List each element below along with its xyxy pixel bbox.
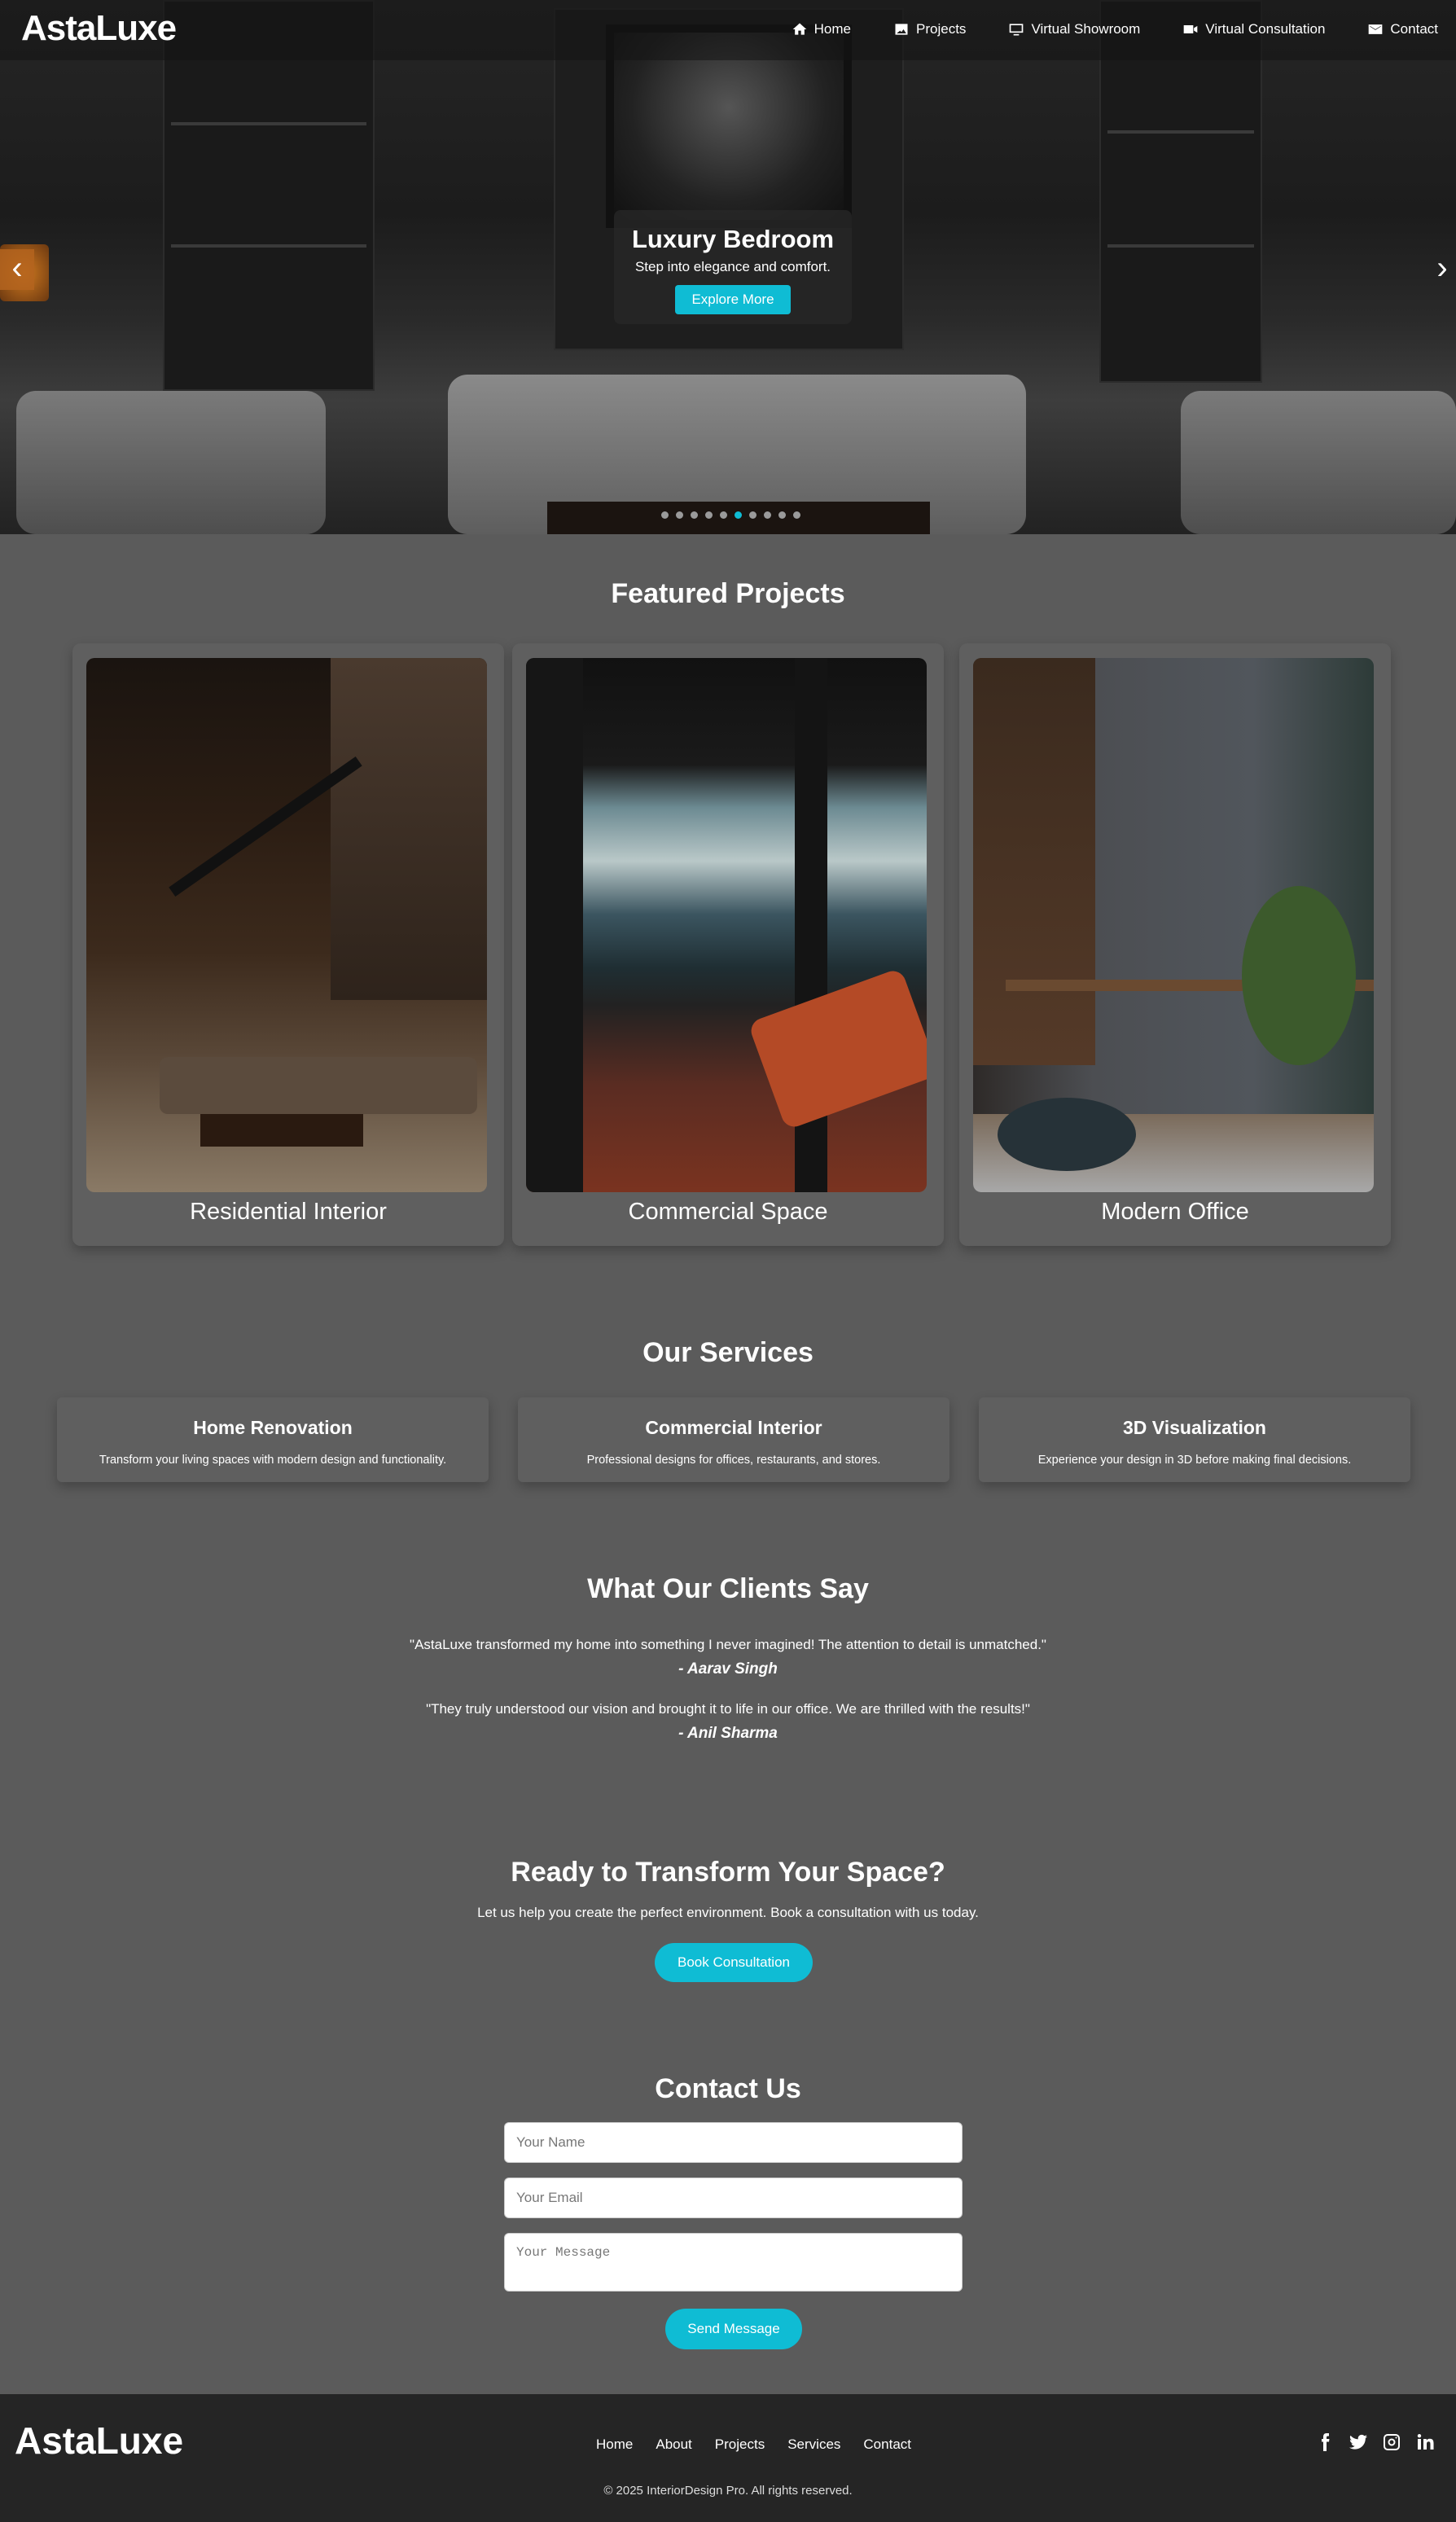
service-title: Commercial Interior xyxy=(645,1417,822,1438)
carousel-next-button[interactable]: › xyxy=(1428,249,1456,290)
armchair-right xyxy=(1181,391,1456,534)
email-field[interactable]: Your Email xyxy=(504,2178,963,2218)
carousel-dot[interactable] xyxy=(720,511,727,519)
carousel-dot[interactable] xyxy=(735,511,742,519)
shelf xyxy=(1107,244,1254,248)
footer-links: Home About Projects Services Contact xyxy=(596,2436,911,2453)
nav-contact-label: Contact xyxy=(1390,21,1438,37)
project-image-residential xyxy=(86,658,487,1192)
testimonial-quote: "AstaLuxe transformed my home into somet… xyxy=(410,1637,1046,1652)
facebook-icon[interactable] xyxy=(1315,2432,1335,2452)
instagram-icon[interactable] xyxy=(1382,2432,1401,2452)
carousel-indicators xyxy=(661,511,800,519)
testimonial-author: - Aarav Singh xyxy=(678,1660,778,1678)
carousel-dot[interactable] xyxy=(778,511,786,519)
nav-virtual-consultation[interactable]: Virtual Consultation xyxy=(1182,21,1325,37)
services-title: Our Services xyxy=(642,1337,814,1368)
top-navbar: AstaLuxe Home Projects Virtual Showroom … xyxy=(0,0,1456,60)
carousel-dot[interactable] xyxy=(691,511,698,519)
monitor-icon xyxy=(1010,24,1024,36)
project-card-residential[interactable]: Residential Interior xyxy=(72,643,504,1246)
shelf xyxy=(171,244,366,248)
service-card-commercial-interior: Commercial Interior Professional designs… xyxy=(518,1397,949,1482)
service-text: Transform your living spaces with modern… xyxy=(99,1454,447,1467)
project-card-commercial[interactable]: Commercial Space xyxy=(512,643,944,1246)
carousel-dot[interactable] xyxy=(661,511,669,519)
carousel-dot[interactable] xyxy=(749,511,757,519)
nav-home-label: Home xyxy=(814,21,852,37)
message-field[interactable]: Your Message xyxy=(504,2233,963,2292)
brand-logo[interactable]: AstaLuxe xyxy=(21,8,177,49)
carousel-prev-button[interactable]: ‹ xyxy=(0,249,34,290)
project-caption: Modern Office xyxy=(1101,1199,1249,1225)
service-text: Professional designs for offices, restau… xyxy=(586,1454,881,1467)
nav-contact[interactable]: Contact xyxy=(1367,21,1438,37)
armchair-left xyxy=(16,391,326,534)
carousel-dot[interactable] xyxy=(793,511,800,519)
nav-projects-label: Projects xyxy=(916,21,967,37)
service-card-3d-visualization: 3D Visualization Experience your design … xyxy=(979,1397,1410,1482)
nav-virtual-showroom-label: Virtual Showroom xyxy=(1031,21,1141,37)
testimonial-quote: "They truly understood our vision and br… xyxy=(426,1701,1030,1717)
main-nav: Home Projects Virtual Showroom Virtual C… xyxy=(792,0,1456,59)
shelf xyxy=(1107,130,1254,134)
home-icon xyxy=(792,23,806,35)
cta-title: Ready to Transform Your Space? xyxy=(511,1857,945,1888)
service-title: 3D Visualization xyxy=(1123,1417,1266,1438)
project-card-office[interactable]: Modern Office xyxy=(959,643,1391,1246)
footer-link-home[interactable]: Home xyxy=(596,2436,633,2453)
shelf xyxy=(171,122,366,125)
testimonials-title: What Our Clients Say xyxy=(587,1573,869,1604)
hero-caption: Luxury Bedroom Step into elegance and co… xyxy=(614,210,852,324)
service-text: Experience your design in 3D before maki… xyxy=(1037,1454,1352,1467)
send-message-button[interactable]: Send Message xyxy=(665,2309,802,2349)
service-title: Home Renovation xyxy=(193,1417,353,1438)
envelope-icon xyxy=(1369,24,1383,34)
carousel-dot[interactable] xyxy=(764,511,771,519)
footer-link-projects[interactable]: Projects xyxy=(715,2436,765,2453)
video-icon xyxy=(1183,25,1198,33)
footer-link-about[interactable]: About xyxy=(656,2436,691,2453)
linkedin-icon[interactable] xyxy=(1415,2432,1435,2452)
copyright: © 2025 InteriorDesign Pro. All rights re… xyxy=(603,2484,853,2498)
explore-more-button[interactable]: Explore More xyxy=(675,285,791,314)
footer-logo[interactable]: AstaLuxe xyxy=(15,2419,183,2463)
cta-text: Let us help you create the perfect envir… xyxy=(477,1905,979,1920)
projects-title: Featured Projects xyxy=(611,578,845,609)
footer-link-services[interactable]: Services xyxy=(787,2436,840,2453)
service-card-home-renovation: Home Renovation Transform your living sp… xyxy=(57,1397,489,1482)
project-caption: Commercial Space xyxy=(628,1199,828,1225)
twitter-icon[interactable] xyxy=(1349,2432,1368,2452)
project-image-commercial xyxy=(526,658,927,1192)
name-field[interactable]: Your Name xyxy=(504,2122,963,2163)
nav-projects[interactable]: Projects xyxy=(893,21,966,37)
hero-subtitle: Step into elegance and comfort. xyxy=(634,259,831,274)
carousel-dot[interactable] xyxy=(705,511,713,519)
image-icon xyxy=(895,24,908,35)
carousel-dot[interactable] xyxy=(676,511,683,519)
book-consultation-button[interactable]: Book Consultation xyxy=(655,1943,813,1982)
nav-virtual-showroom[interactable]: Virtual Showroom xyxy=(1008,21,1140,37)
nav-home[interactable]: Home xyxy=(792,21,851,37)
project-image-office xyxy=(973,658,1374,1192)
testimonial-author: - Anil Sharma xyxy=(678,1725,778,1742)
nav-virtual-consultation-label: Virtual Consultation xyxy=(1205,21,1326,37)
social-links xyxy=(1315,2432,1435,2452)
footer: AstaLuxe Home About Projects Services Co… xyxy=(0,2394,1456,2522)
footer-link-contact[interactable]: Contact xyxy=(863,2436,911,2453)
project-caption: Residential Interior xyxy=(190,1199,387,1225)
contact-title: Contact Us xyxy=(655,2073,801,2104)
hero-title: Luxury Bedroom xyxy=(631,225,835,253)
